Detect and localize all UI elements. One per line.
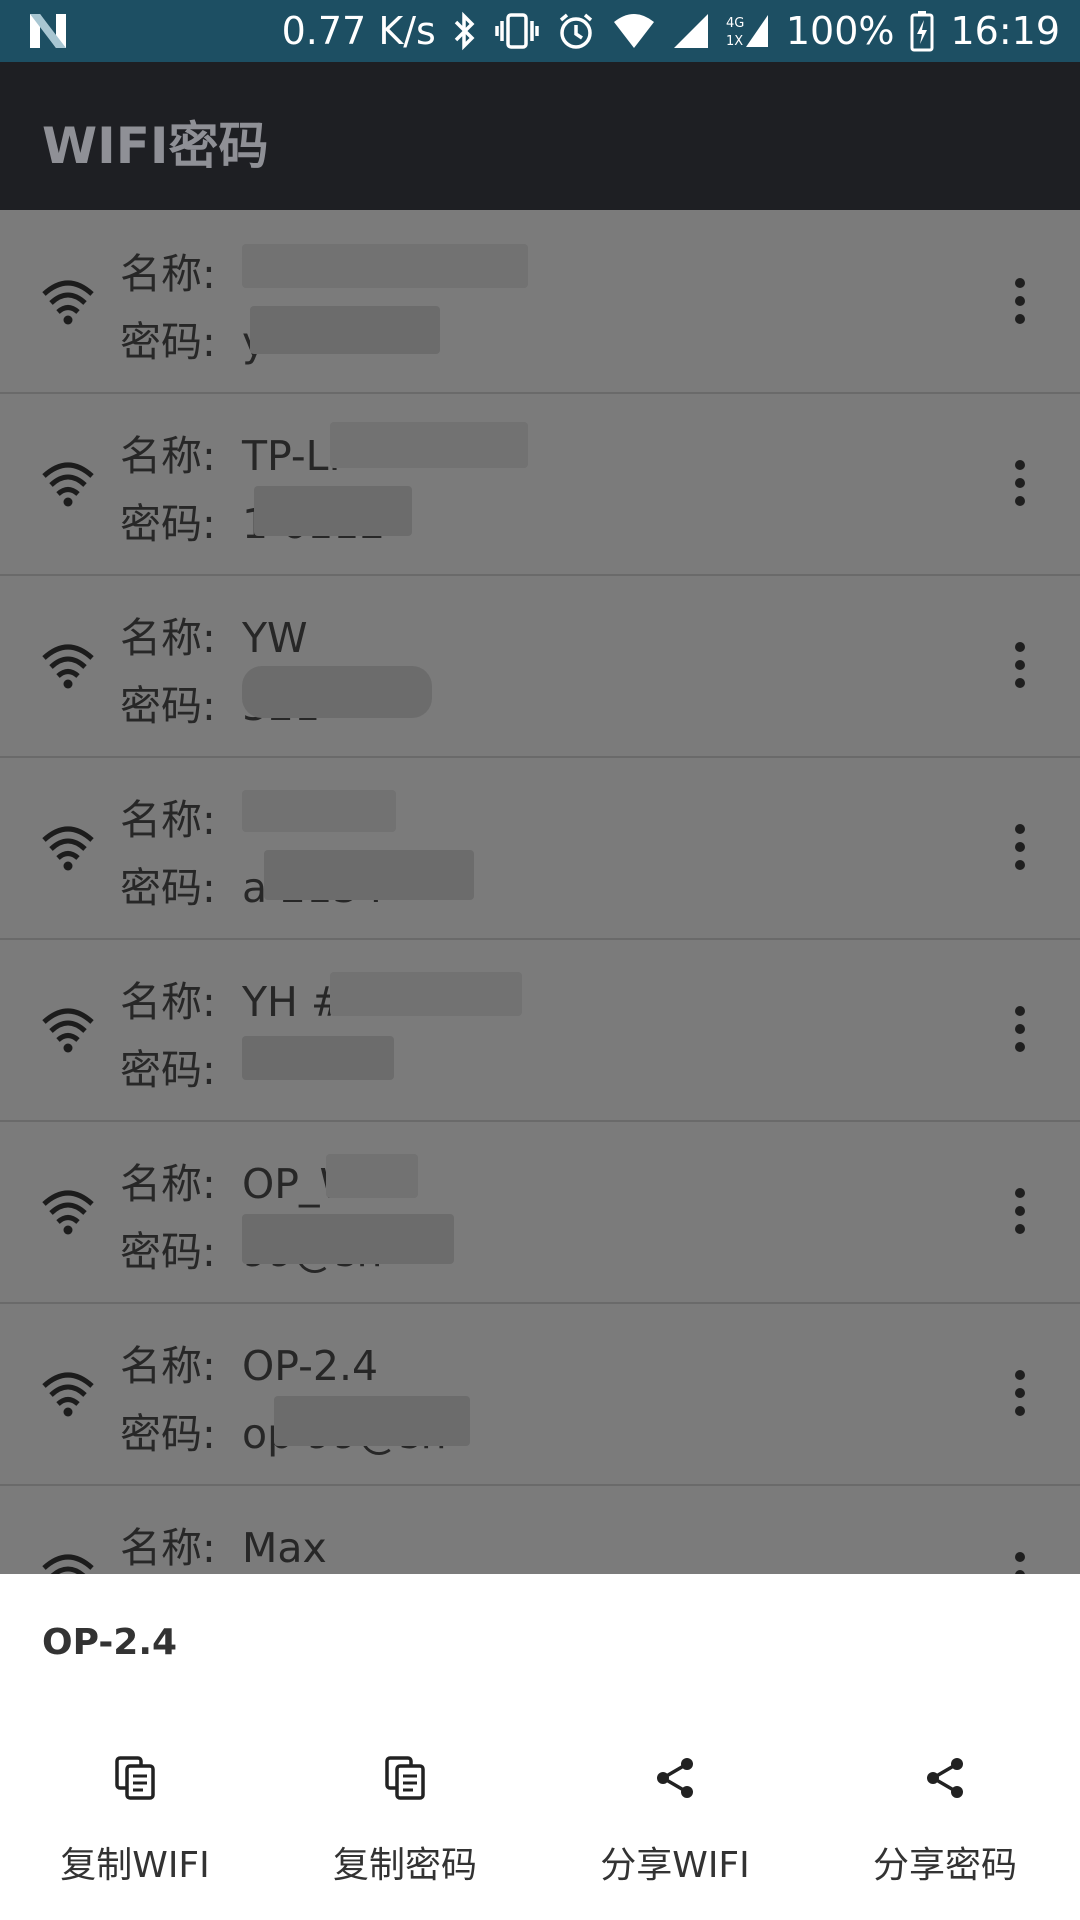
wifi-icon bbox=[40, 1186, 96, 1236]
password-label: 密码: bbox=[120, 1410, 216, 1458]
more-options-icon[interactable] bbox=[1010, 642, 1030, 688]
wifi-icon bbox=[40, 458, 96, 508]
more-options-icon[interactable] bbox=[1010, 1370, 1030, 1416]
wifi-list: 名称:Y 密码:y 名称:TP-LI 密码:1 6112 名称:YW 密码: 3… bbox=[0, 210, 1080, 1574]
pixelated-redaction bbox=[242, 1036, 394, 1080]
battery-percent: 100% bbox=[785, 9, 895, 53]
wifi-status-icon bbox=[612, 12, 656, 50]
wifi-icon bbox=[40, 640, 96, 690]
share-wifi-label: 分享WIFI bbox=[600, 1845, 750, 1886]
status-bar: 0.77 K/s 4G 1X 100% 16:19 bbox=[0, 0, 1080, 62]
copy-icon bbox=[381, 1754, 429, 1802]
copy-wifi-label: 复制WIFI bbox=[60, 1845, 210, 1886]
pixelated-redaction bbox=[242, 244, 528, 288]
name-label: 名称: bbox=[120, 1160, 216, 1208]
vibrate-icon bbox=[494, 11, 540, 51]
list-item[interactable]: 名称: 密码:a 2134 bbox=[0, 756, 1080, 940]
list-item[interactable]: 名称: Max bbox=[0, 1484, 1080, 1574]
more-options-icon[interactable] bbox=[1010, 1006, 1030, 1052]
wifi-icon bbox=[40, 1550, 96, 1574]
pixelated-redaction bbox=[330, 972, 522, 1016]
pixelated-redaction bbox=[274, 1396, 470, 1446]
copy-password-button[interactable]: 复制密码 bbox=[270, 1754, 540, 1904]
password-label: 密码: bbox=[120, 1046, 216, 1094]
share-password-button[interactable]: 分享密码 bbox=[810, 1754, 1080, 1904]
name-label: 名称: bbox=[120, 1524, 216, 1572]
copy-password-label: 复制密码 bbox=[332, 1845, 477, 1886]
wifi-icon bbox=[40, 276, 96, 326]
app-bar: WIFI密码 bbox=[0, 62, 1080, 210]
share-wifi-button[interactable]: 分享WIFI bbox=[540, 1754, 810, 1904]
pixelated-redaction bbox=[254, 486, 412, 536]
wifi-name: OP-2.4 bbox=[242, 1342, 379, 1390]
more-options-icon[interactable] bbox=[1010, 460, 1030, 506]
more-options-icon[interactable] bbox=[1010, 1188, 1030, 1234]
share-password-label: 分享密码 bbox=[872, 1845, 1017, 1886]
notification-n-icon bbox=[24, 8, 72, 54]
list-item[interactable]: 名称:OP-2.4 密码:op 99@sh bbox=[0, 1302, 1080, 1486]
pixelated-redaction bbox=[250, 306, 440, 354]
name-label: 名称: bbox=[120, 796, 216, 844]
name-label: 名称: bbox=[120, 978, 216, 1026]
password-label: 密码: bbox=[120, 864, 216, 912]
pixelated-redaction bbox=[242, 1214, 454, 1264]
list-item[interactable]: 名称:Y 密码:y bbox=[0, 210, 1080, 394]
share-icon bbox=[651, 1754, 699, 1802]
network-badge-bottom: 1X bbox=[726, 34, 743, 49]
cell-signal-icon bbox=[672, 12, 710, 50]
pixelated-redaction bbox=[264, 850, 474, 900]
network-badge-top: 4G bbox=[726, 16, 744, 31]
list-item[interactable]: 名称: YH # 密码: bbox=[0, 938, 1080, 1122]
name-label: 名称: bbox=[120, 432, 216, 480]
wifi-name: Max bbox=[242, 1524, 327, 1572]
name-label: 名称: bbox=[120, 614, 216, 662]
sheet-title: OP-2.4 bbox=[42, 1622, 178, 1663]
bluetooth-icon bbox=[452, 11, 478, 51]
page-title: WIFI密码 bbox=[42, 117, 269, 175]
more-options-icon[interactable] bbox=[1010, 278, 1030, 324]
list-item[interactable]: 名称:OP_W 密码: 99@sh bbox=[0, 1120, 1080, 1304]
wifi-name: YW bbox=[242, 614, 308, 662]
copy-wifi-button[interactable]: 复制WIFI bbox=[0, 1754, 270, 1904]
wifi-icon bbox=[40, 822, 96, 872]
pixelated-redaction bbox=[242, 790, 396, 832]
pixelated-redaction bbox=[242, 666, 432, 718]
name-label: 名称: bbox=[120, 1342, 216, 1390]
more-options-icon[interactable] bbox=[1010, 1552, 1030, 1574]
more-options-icon[interactable] bbox=[1010, 824, 1030, 870]
pixelated-redaction bbox=[326, 1154, 418, 1198]
battery-charging-icon bbox=[910, 10, 934, 52]
cell-signal-4g-icon: 4G 1X bbox=[726, 11, 770, 51]
share-icon bbox=[921, 1754, 969, 1802]
list-item[interactable]: 名称:TP-LI 密码:1 6112 bbox=[0, 392, 1080, 576]
wifi-name: TP-LI bbox=[242, 432, 341, 480]
bottom-sheet: OP-2.4 复制WIFI 复制密码 分享WIFI 分享密码 bbox=[0, 1574, 1080, 1920]
copy-icon bbox=[111, 1754, 159, 1802]
password-label: 密码: bbox=[120, 682, 216, 730]
clock: 16:19 bbox=[950, 9, 1060, 53]
wifi-icon bbox=[40, 1368, 96, 1418]
network-speed: 0.77 K/s bbox=[281, 9, 436, 53]
name-label: 名称: bbox=[120, 250, 216, 298]
list-item[interactable]: 名称:YW 密码: 321 bbox=[0, 574, 1080, 758]
wifi-icon bbox=[40, 1004, 96, 1054]
alarm-icon bbox=[556, 11, 596, 51]
pixelated-redaction bbox=[330, 422, 528, 468]
password-label: 密码: bbox=[120, 1228, 216, 1276]
password-label: 密码: bbox=[120, 318, 216, 366]
password-label: 密码: bbox=[120, 500, 216, 548]
